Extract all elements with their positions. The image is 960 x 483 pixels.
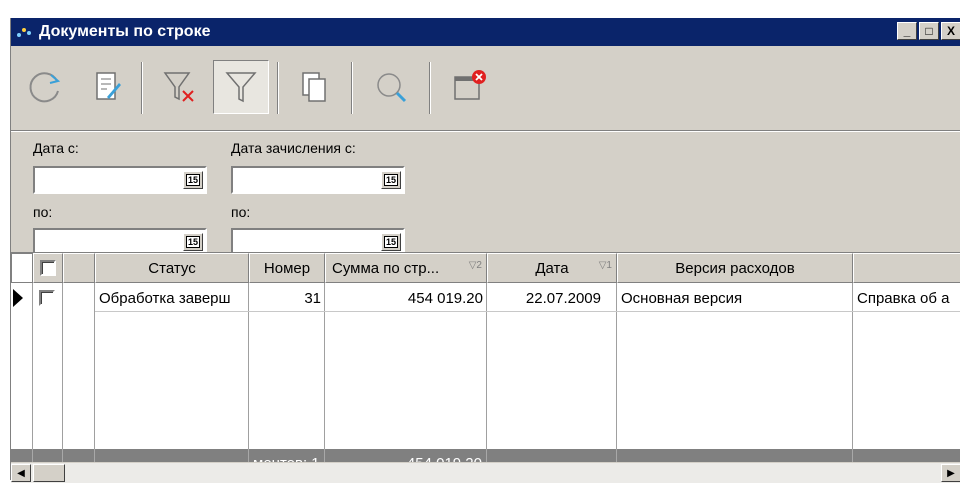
arrow-right-icon: ▶ [947,467,955,479]
minimize-icon: _ [903,24,911,38]
filter-clear-icon [163,72,194,102]
close-window-button[interactable] [441,60,497,114]
app-icon [17,25,35,39]
cell-status: Обработка заверш [99,289,231,307]
window-controls: _ □ X [897,22,960,40]
toolbar [11,48,960,130]
cell-extra: Справка об а [857,289,950,307]
date-to-label: по: [33,204,53,220]
column-divider [487,253,617,453]
row-divider [95,311,960,312]
calendar-icon: 15 [383,236,398,248]
toolbar-separator [277,62,279,114]
current-row-arrow-icon [13,289,23,307]
header-amount-label: Сумма по стр... [332,259,440,277]
minimize-button[interactable]: _ [897,22,917,40]
title-bar[interactable]: Документы по строке _ □ X [11,18,960,46]
scroll-left-button[interactable]: ◀ [11,464,31,482]
toolbar-separator [351,62,353,114]
calendar-icon: 15 [185,236,200,248]
column-divider [325,253,487,453]
filter-button[interactable] [213,60,269,114]
filter-panel: Дата с: 15 по: 15 Дата зачисления с: 15 … [11,132,960,264]
column-divider [63,253,95,453]
cell-version: Основная версия [621,289,743,307]
arrow-left-icon: ◀ [17,467,25,479]
calendar-button[interactable]: 15 [381,171,401,189]
blank-header [63,253,95,283]
calendar-button[interactable]: 15 [183,171,203,189]
copy-icon [302,72,326,102]
select-all-checkbox[interactable] [40,260,56,276]
close-button[interactable]: X [941,22,960,40]
close-icon: X [946,24,955,38]
date-from-field[interactable]: 15 [33,166,207,194]
header-extra[interactable] [853,253,960,283]
calendar-button[interactable]: 15 [183,233,203,251]
header-version-label: Версия расходов [675,259,795,277]
refresh-icon [29,72,61,103]
credit-date-from-field[interactable]: 15 [231,166,405,194]
edit-document-icon [96,72,121,100]
header-status[interactable]: Статус [95,253,249,283]
search-button[interactable] [363,60,419,114]
credit-date-to-input[interactable] [233,230,381,252]
copy-button[interactable] [287,60,343,114]
column-divider [95,253,249,453]
cell-date: 22.07.2009 [525,289,601,307]
filter-icon [225,72,257,103]
row-indicator-header [11,253,33,283]
calendar-button[interactable]: 15 [381,233,401,251]
window-title: Документы по строке [39,23,211,40]
clear-filter-button[interactable] [151,60,207,114]
sort-indicator: ▽2 [468,260,482,271]
scroll-right-button[interactable]: ▶ [941,464,960,482]
close-window-icon [454,70,486,100]
calendar-icon: 15 [185,174,200,186]
select-all-header[interactable] [33,253,63,283]
toolbar-separator [429,62,431,114]
column-divider [249,253,325,453]
refresh-button[interactable] [17,60,73,114]
credit-date-from-input[interactable] [233,168,381,190]
header-date-label: Дата [535,259,569,277]
maximize-icon: □ [925,24,933,38]
date-from-input[interactable] [35,168,183,190]
toolbar-separator [141,62,143,114]
header-version[interactable]: Версия расходов [617,253,853,283]
header-number-label: Номер [263,259,311,277]
edit-button[interactable] [79,60,135,114]
sort-indicator: ▽1 [598,260,612,271]
documents-table: Статус Номер Сумма по стр... ▽2 Дата ▽1 Ве… [11,252,960,481]
maximize-button[interactable]: □ [919,22,939,40]
header-status-label: Статус [148,259,196,277]
documents-window: Документы по строке _ □ X Дата с: 15 по:… [10,18,960,483]
header-date[interactable]: Дата ▽1 [487,253,617,283]
date-to-input[interactable] [35,230,183,252]
column-divider [617,253,853,453]
search-icon [377,73,407,103]
header-number[interactable]: Номер [249,253,325,283]
column-divider [33,253,63,453]
cell-amount: 454 019.20 [407,289,483,307]
credit-date-to-label: по: [231,204,251,220]
calendar-icon: 15 [383,174,398,186]
credit-date-from-label: Дата зачисления с: [231,140,356,156]
scroll-thumb[interactable] [33,464,65,482]
column-divider [11,253,33,453]
date-from-label: Дата с: [33,140,79,156]
cell-number: 31 [304,289,321,307]
header-amount[interactable]: Сумма по стр... ▽2 [325,253,487,283]
row-checkbox[interactable] [39,290,55,306]
